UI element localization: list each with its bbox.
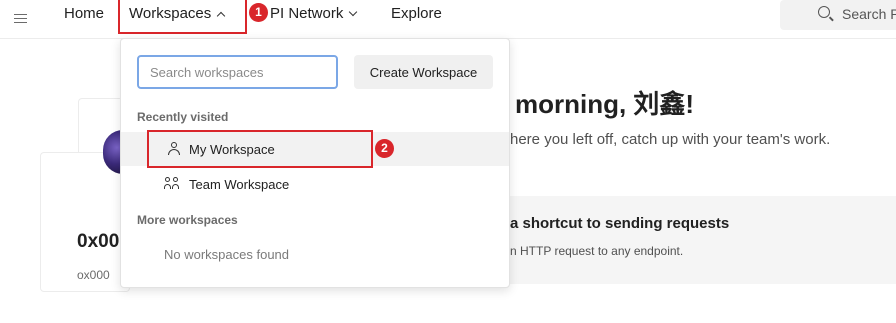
create-workspace-button[interactable]: Create Workspace bbox=[354, 55, 493, 89]
highlight-box-my-workspace bbox=[147, 130, 373, 168]
team-icon bbox=[164, 177, 180, 190]
menu-icon[interactable] bbox=[14, 14, 27, 23]
step-badge-1: 1 bbox=[249, 3, 268, 22]
shortcut-title: a shortcut to sending requests bbox=[510, 215, 730, 232]
workspace-item-team-workspace[interactable]: Team Workspace bbox=[121, 167, 509, 201]
highlight-box-workspaces bbox=[118, 0, 247, 34]
chevron-down-icon bbox=[349, 7, 358, 17]
shortcut-description: n HTTP request to any endpoint. bbox=[510, 244, 684, 258]
profile-id: 0x00 bbox=[77, 231, 120, 252]
nav-explore[interactable]: Explore bbox=[391, 5, 442, 23]
recently-visited-heading: Recently visited bbox=[137, 110, 229, 124]
nav-api-network-label: PI Network bbox=[270, 5, 344, 22]
nav-home[interactable]: Home bbox=[64, 5, 104, 23]
shortcut-card[interactable] bbox=[480, 196, 896, 284]
nav-api-network[interactable]: PI Network bbox=[270, 5, 358, 23]
greeting-heading: morning, 刘鑫! bbox=[515, 89, 695, 119]
more-workspaces-heading: More workspaces bbox=[137, 213, 238, 227]
step-badge-2: 2 bbox=[375, 139, 394, 158]
profile-sub: ox000 bbox=[77, 268, 110, 282]
greeting-subtitle: here you left off, catch up with your te… bbox=[510, 131, 831, 148]
workspace-search-input[interactable] bbox=[137, 55, 338, 89]
no-workspaces-text: No workspaces found bbox=[164, 247, 290, 262]
global-search-placeholder: Search P bbox=[842, 6, 896, 22]
search-icon bbox=[818, 6, 830, 18]
global-search-input[interactable]: Search P bbox=[780, 0, 896, 30]
workspace-item-label: Team Workspace bbox=[189, 177, 290, 192]
